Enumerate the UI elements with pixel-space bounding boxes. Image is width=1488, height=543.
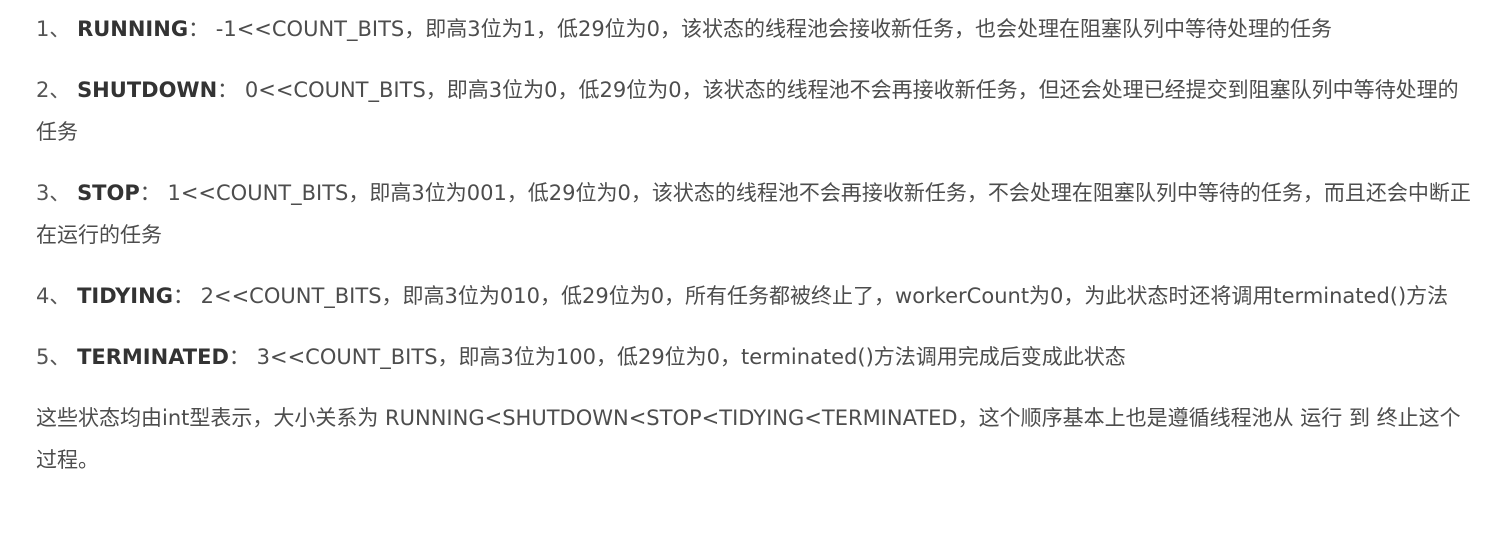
separator: ：	[172, 284, 194, 308]
item-number: 4、	[36, 284, 71, 308]
state-item-shutdown: 2、 SHUTDOWN： 0<<COUNT_BITS，即高3位为0，低29位为0…	[36, 69, 1474, 153]
state-description: 1<<COUNT_BITS，即高3位为001，低29位为0，该状态的线程池不会再…	[36, 181, 1471, 247]
article-content: 1、 RUNNING： -1<<COUNT_BITS，即高3位为1，低29位为0…	[0, 0, 1488, 543]
separator: ：	[217, 78, 239, 102]
state-name: STOP	[77, 181, 140, 205]
state-item-tidying: 4、 TIDYING： 2<<COUNT_BITS，即高3位为010，低29位为…	[36, 275, 1474, 317]
state-name: SHUTDOWN	[77, 78, 218, 102]
separator: ：	[139, 181, 161, 205]
state-description: -1<<COUNT_BITS，即高3位为1，低29位为0，该状态的线程池会接收新…	[215, 17, 1333, 41]
separator: ：	[188, 17, 210, 41]
state-name: TERMINATED	[77, 345, 229, 369]
state-item-stop: 3、 STOP： 1<<COUNT_BITS，即高3位为001，低29位为0，该…	[36, 172, 1474, 256]
state-description: 2<<COUNT_BITS，即高3位为010，低29位为0，所有任务都被终止了，…	[200, 284, 1449, 308]
state-item-running: 1、 RUNNING： -1<<COUNT_BITS，即高3位为1，低29位为0…	[36, 8, 1474, 50]
separator: ：	[228, 345, 250, 369]
item-number: 1、	[36, 17, 71, 41]
state-item-terminated: 5、 TERMINATED： 3<<COUNT_BITS，即高3位为100，低2…	[36, 336, 1474, 378]
summary-paragraph: 这些状态均由int型表示，大小关系为 RUNNING<SHUTDOWN<STOP…	[36, 406, 1461, 472]
item-number: 3、	[36, 181, 71, 205]
state-description: 0<<COUNT_BITS，即高3位为0，低29位为0，该状态的线程池不会再接收…	[36, 78, 1459, 144]
state-name: TIDYING	[77, 284, 173, 308]
state-description: 3<<COUNT_BITS，即高3位为100，低29位为0，terminated…	[256, 345, 1126, 369]
state-name: RUNNING	[77, 17, 189, 41]
item-number: 5、	[36, 345, 71, 369]
item-number: 2、	[36, 78, 71, 102]
